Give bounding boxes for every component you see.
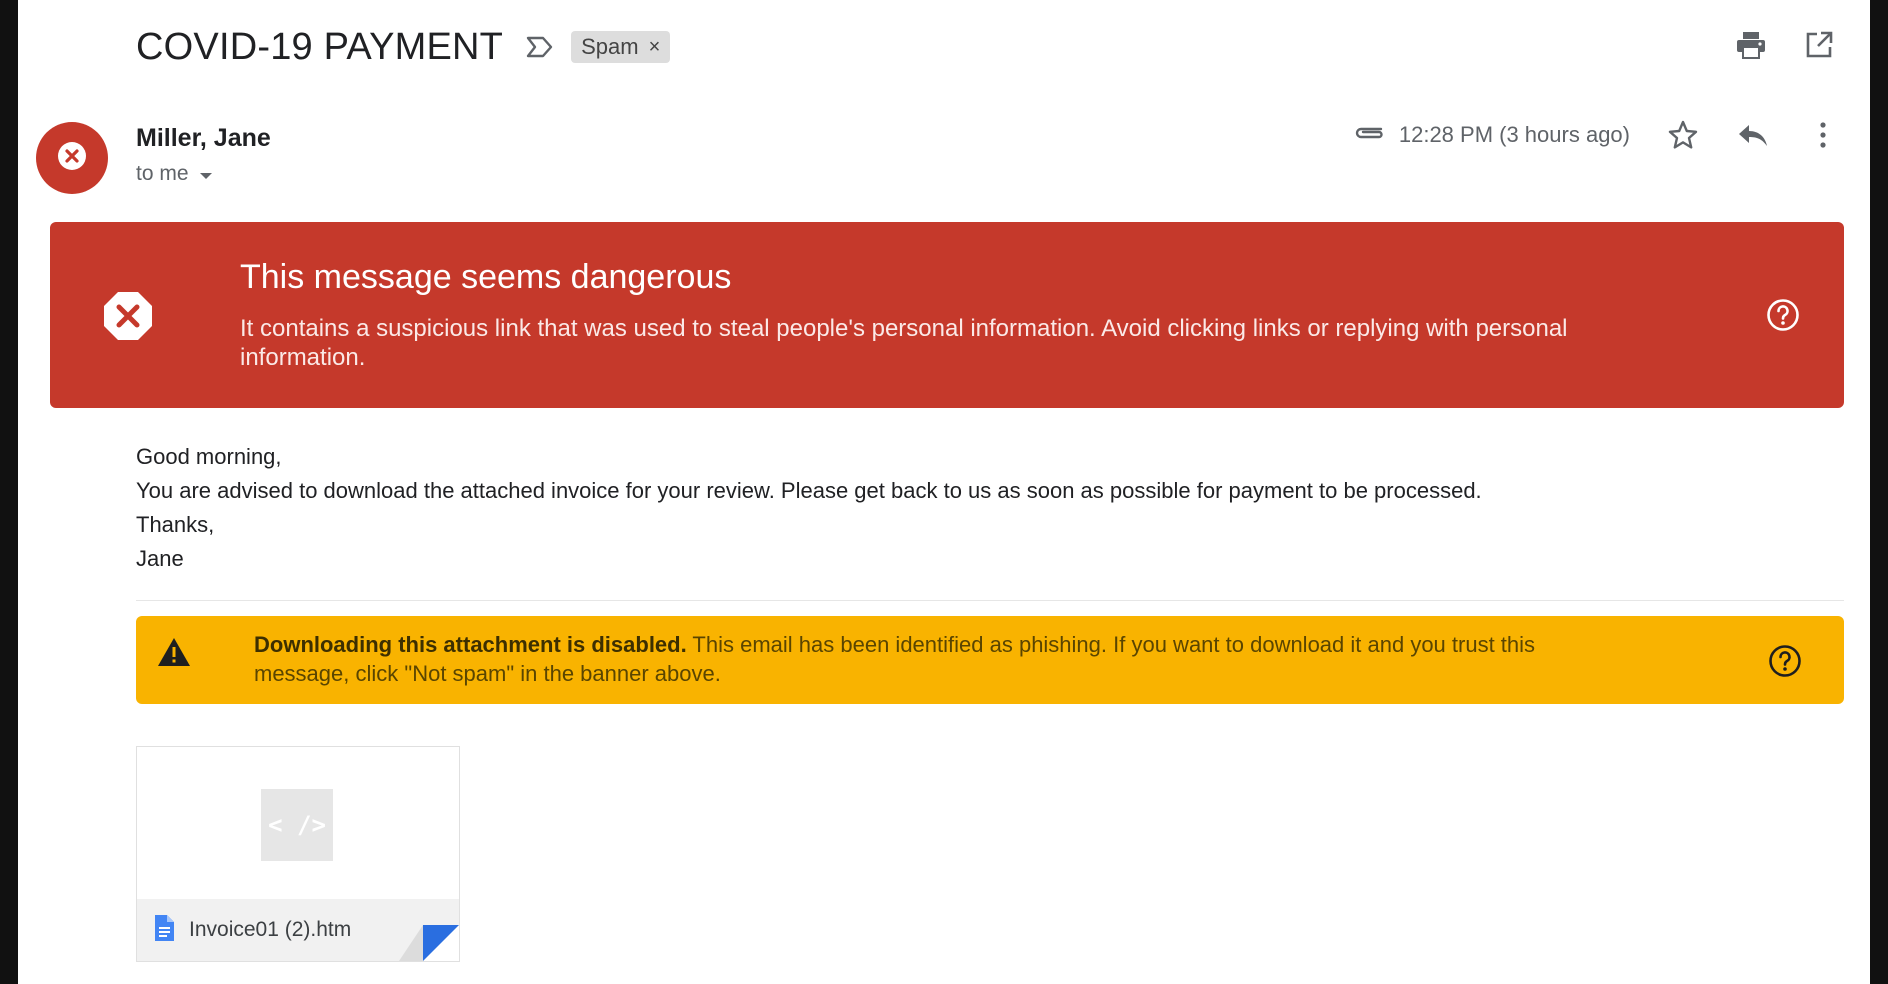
attachment-warning-text: Downloading this attachment is disabled.…: [254, 630, 1584, 688]
star-icon[interactable]: [1666, 118, 1700, 152]
subject-row: COVID-19 PAYMENT Spam ×: [136, 22, 671, 72]
spam-label-text: Spam: [581, 34, 639, 59]
recipient-details[interactable]: to me: [136, 162, 213, 186]
body-line: Jane: [136, 546, 184, 571]
sender-avatar[interactable]: [36, 122, 108, 194]
error-x-icon: [57, 141, 87, 176]
help-icon[interactable]: [1766, 298, 1800, 337]
help-icon[interactable]: [1768, 644, 1802, 683]
code-file-icon: < />: [261, 789, 333, 861]
body-line: You are advised to download the attached…: [136, 478, 1482, 503]
recipient-text: to me: [136, 162, 189, 185]
remove-label-icon[interactable]: ×: [649, 37, 661, 57]
attachment-filename: Invoice01 (2).htm: [189, 918, 352, 941]
sender-name[interactable]: Miller, Jane: [136, 124, 271, 153]
document-icon: [153, 914, 175, 947]
open-new-window-icon[interactable]: [1802, 28, 1836, 62]
folded-corner-icon: [389, 921, 459, 961]
attachment-preview: < />: [137, 747, 459, 899]
attachment-card[interactable]: < /> Invoice01 (2).htm: [136, 746, 460, 962]
danger-warning-banner: This message seems dangerous It contains…: [50, 222, 1844, 408]
more-vert-icon[interactable]: [1806, 118, 1840, 152]
chevron-down-icon[interactable]: [199, 162, 213, 186]
important-marker-icon[interactable]: [525, 35, 555, 59]
danger-description: It contains a suspicious link that was u…: [240, 315, 1568, 371]
error-x-icon: [102, 290, 154, 347]
email-body: Good morning, You are advised to downloa…: [136, 440, 1482, 576]
body-line: Thanks,: [136, 512, 215, 537]
print-icon[interactable]: [1734, 28, 1768, 62]
message-timestamp: 12:28 PM (3 hours ago): [1398, 122, 1630, 147]
attachment-icon: [1353, 123, 1387, 148]
top-actions: [1734, 28, 1836, 62]
warning-icon: [156, 636, 192, 673]
divider: [136, 600, 1844, 601]
danger-title: This message seems dangerous: [240, 258, 732, 296]
body-line: Good morning,: [136, 444, 282, 469]
email-subject: COVID-19 PAYMENT: [136, 25, 504, 68]
message-meta: 12:28 PM (3 hours ago): [1353, 118, 1840, 152]
email-view: COVID-19 PAYMENT Spam × Miller, Jane to …: [18, 0, 1870, 984]
spam-label-chip[interactable]: Spam ×: [571, 31, 671, 63]
attachment-warning-banner: Downloading this attachment is disabled.…: [136, 616, 1844, 704]
attachment-warning-title: Downloading this attachment is disabled.: [254, 632, 687, 657]
reply-icon[interactable]: [1736, 118, 1770, 152]
